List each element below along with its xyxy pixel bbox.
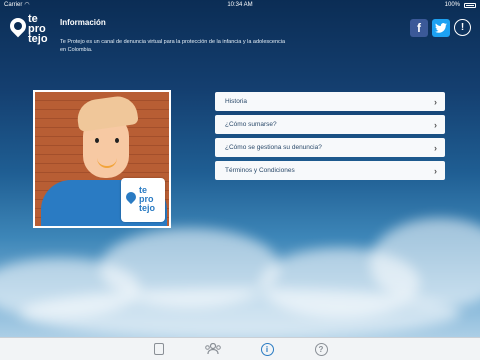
chevron-right-icon: › — [434, 165, 437, 176]
tab-community[interactable] — [204, 341, 222, 357]
battery-percent: 100% — [444, 2, 460, 8]
location-pin-icon — [123, 189, 139, 205]
info-alert-button[interactable]: ! — [454, 19, 471, 36]
facebook-icon: f — [417, 21, 421, 35]
twitter-button[interactable] — [432, 19, 450, 37]
character-eye — [95, 138, 99, 143]
twitter-icon — [435, 23, 447, 33]
tab-report[interactable] — [150, 341, 168, 357]
page-title: Información — [60, 18, 106, 27]
te-protejo-badge: te pro tejo — [121, 178, 165, 222]
location-pin-icon — [6, 14, 30, 38]
page-description: Te Protejo es un canal de denuncia virtu… — [60, 39, 286, 53]
menu-item-label: Historia — [225, 98, 248, 105]
battery-icon — [464, 3, 476, 8]
info-menu: Historia › ¿Cómo sumarse? › ¿Cómo se ges… — [215, 92, 445, 184]
people-icon — [205, 343, 221, 355]
tab-bar: i ? — [0, 337, 480, 360]
menu-item-como-sumarse[interactable]: ¿Cómo sumarse? › — [215, 115, 445, 134]
character-hair — [75, 93, 139, 133]
character-eye — [115, 138, 119, 143]
hero-illustration: te pro tejo — [33, 90, 171, 228]
chevron-right-icon: › — [434, 119, 437, 130]
app-logo: te pro tejo — [6, 13, 56, 52]
chevron-right-icon: › — [434, 142, 437, 153]
menu-item-label: ¿Cómo sumarse? — [225, 121, 277, 128]
menu-item-historia[interactable]: Historia › — [215, 92, 445, 111]
menu-item-como-se-gestiona[interactable]: ¿Cómo se gestiona su denuncia? › — [215, 138, 445, 157]
menu-item-label: ¿Cómo se gestiona su denuncia? — [225, 144, 322, 151]
menu-item-terminos[interactable]: Términos y Condiciones › — [215, 161, 445, 180]
report-icon — [154, 343, 164, 355]
chevron-right-icon: › — [434, 96, 437, 107]
menu-item-label: Términos y Condiciones — [225, 167, 295, 174]
clock: 10:34 AM — [227, 2, 253, 8]
facebook-button[interactable]: f — [410, 19, 428, 37]
tab-info[interactable]: i — [258, 341, 276, 357]
help-icon: ? — [314, 342, 328, 356]
exclamation-icon: ! — [460, 22, 465, 33]
info-icon: i — [260, 342, 274, 356]
tab-help[interactable]: ? — [312, 341, 330, 357]
logo-text: te pro tejo — [28, 13, 48, 45]
social-buttons: f ! — [410, 19, 471, 37]
status-bar: Carrier ◠ 10:34 AM 100% — [0, 0, 480, 10]
